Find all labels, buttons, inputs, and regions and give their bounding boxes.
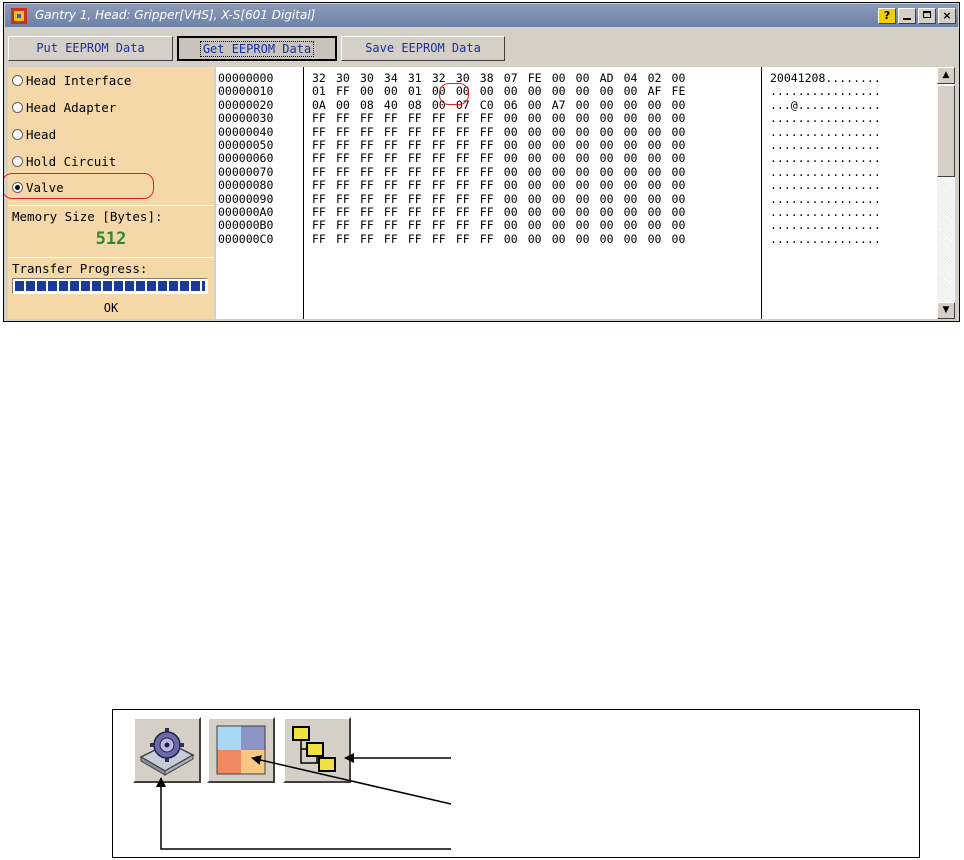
hex-bytes: FF FF FF FF FF FF FF FF 00 00 00 00 00 0… <box>312 164 686 179</box>
hex-ascii: ................ <box>770 84 881 99</box>
close-button[interactable]: × <box>938 8 956 24</box>
address-column: 00000000 00000010 00000020 00000030 00000040… <box>216 67 304 319</box>
transfer-status: OK <box>103 301 119 315</box>
hex-ascii: ...@............ <box>770 97 881 112</box>
radio-head-interface[interactable]: Head Interface <box>12 73 131 93</box>
save-eeprom-label: Save EEPROM Data <box>365 41 481 55</box>
hex-bytes: FF FF FF FF FF FF FF FF 00 00 00 00 00 0… <box>312 191 686 206</box>
hex-ascii: 20041208........ <box>770 71 881 85</box>
minimize-button[interactable] <box>898 8 916 24</box>
scroll-down-icon: ▼ <box>942 305 950 315</box>
transfer-progress-label: Transfer Progress: <box>12 261 148 276</box>
radio-icon <box>12 102 23 113</box>
toolbar-icons-figure <box>112 709 920 858</box>
window-title: Gantry 1, Head: Gripper[VHS], X-S[601 Di… <box>35 8 316 22</box>
hex-bytes: 32 30 30 34 31 32 30 38 07 FE 00 00 AD 0… <box>312 71 686 85</box>
radio-label: Hold Circuit <box>26 154 117 169</box>
radio-icon <box>12 156 23 167</box>
ascii-column: 20041208........................ ...@....… <box>762 67 937 319</box>
hex-address: 000000C0 <box>218 231 274 246</box>
hex-ascii: ................ <box>770 124 881 139</box>
title-bar[interactable]: Gantry 1, Head: Gripper[VHS], X-S[601 Di… <box>5 4 958 27</box>
hex-bytes: FF FF FF FF FF FF FF FF 00 00 00 00 00 0… <box>312 111 686 126</box>
hex-ascii: ................ <box>770 138 881 152</box>
byte-01-highlight <box>439 83 469 105</box>
hex-address: 00000040 <box>218 124 274 139</box>
transfer-progress-bar <box>12 278 208 294</box>
scroll-up-button[interactable]: ▲ <box>937 67 955 84</box>
save-eeprom-button[interactable]: Save EEPROM Data <box>341 36 505 61</box>
radio-hold-circuit[interactable]: Hold Circuit <box>12 154 116 174</box>
hex-address: 000000B0 <box>218 218 274 233</box>
radio-label: Head Interface <box>26 73 132 88</box>
bytes-column: 32 30 30 34 31 32 30 38 07 FE 00 00 AD 0… <box>304 67 762 319</box>
hierarchy-tree-icon <box>292 726 336 772</box>
eeprom-window: Gantry 1, Head: Gripper[VHS], X-S[601 Di… <box>3 2 960 322</box>
hex-ascii: ................ <box>770 218 881 233</box>
put-eeprom-label: Put EEPROM Data <box>36 41 145 55</box>
arrow-drive <box>156 777 451 850</box>
hex-ascii: ................ <box>770 178 881 193</box>
hex-address: 000000A0 <box>218 205 274 219</box>
hex-address: 00000080 <box>218 178 274 193</box>
close-icon: × <box>942 9 952 22</box>
scroll-down-button[interactable]: ▼ <box>937 302 955 319</box>
hex-address: 00000060 <box>218 151 274 166</box>
hex-ascii: ................ <box>770 205 881 219</box>
hex-bytes: 0A 00 08 40 08 00 07 C0 06 00 A7 00 00 0… <box>312 97 686 112</box>
put-eeprom-button[interactable]: Put EEPROM Data <box>8 36 173 61</box>
app-icon <box>11 8 27 24</box>
minimize-icon <box>903 18 911 20</box>
arrow-palette <box>251 755 452 805</box>
hex-bytes: FF FF FF FF FF FF FF FF 00 00 00 00 00 0… <box>312 205 686 219</box>
valve-highlight <box>4 173 154 199</box>
hex-bytes: FF FF FF FF FF FF FF FF 00 00 00 00 00 0… <box>312 231 686 246</box>
radio-icon <box>12 129 23 140</box>
radio-label: Head Adapter <box>26 100 117 115</box>
hex-bytes: FF FF FF FF FF FF FF FF 00 00 00 00 00 0… <box>312 178 686 193</box>
hex-view[interactable]: 00000000 00000010 00000020 00000030 00000040… <box>216 67 937 319</box>
vertical-scrollbar[interactable]: ▲ ▼ <box>937 67 955 319</box>
progress-fill <box>15 281 205 291</box>
get-eeprom-label: Get EEPROM Data <box>199 41 315 57</box>
hex-ascii: ................ <box>770 111 881 126</box>
radio-head[interactable]: Head <box>12 127 56 147</box>
hierarchy-tree-button[interactable] <box>283 717 351 783</box>
hex-bytes: 01 FF 00 00 01 00 00 00 00 00 00 00 00 0… <box>312 84 686 99</box>
hex-ascii: ................ <box>770 164 881 179</box>
get-eeprom-button[interactable]: Get EEPROM Data <box>177 36 337 61</box>
hex-ascii: ................ <box>770 191 881 206</box>
hex-address: 00000090 <box>218 191 274 206</box>
hex-bytes: FF FF FF FF FF FF FF FF 00 00 00 00 00 0… <box>312 138 686 152</box>
hex-bytes: FF FF FF FF FF FF FF FF 00 00 00 00 00 0… <box>312 218 686 233</box>
hex-ascii: ................ <box>770 151 881 166</box>
transfer-progress-box: Transfer Progress: OK <box>8 257 214 320</box>
hex-address: 00000030 <box>218 111 274 126</box>
memory-size-box: Memory Size [Bytes]: 512 <box>8 205 214 256</box>
hex-ascii: ................ <box>770 231 881 246</box>
hex-address: 00000020 <box>218 97 274 112</box>
hex-bytes: FF FF FF FF FF FF FF FF 00 00 00 00 00 0… <box>312 124 686 139</box>
memory-size-label: Memory Size [Bytes]: <box>12 209 163 224</box>
hex-bytes: FF FF FF FF FF FF FF FF 00 00 00 00 00 0… <box>312 151 686 166</box>
drive-settings-button[interactable] <box>133 717 201 783</box>
help-icon: ? <box>883 9 891 22</box>
color-palette-button[interactable] <box>207 717 275 783</box>
radio-icon <box>12 75 23 86</box>
hex-address: 00000000 <box>218 71 274 85</box>
scroll-thumb[interactable] <box>937 85 955 177</box>
hex-address: 00000050 <box>218 138 274 152</box>
maximize-icon <box>923 11 931 18</box>
color-palette-icon <box>216 725 266 775</box>
scroll-up-icon: ▲ <box>942 70 950 80</box>
hex-address: 00000010 <box>218 84 274 99</box>
hex-address: 00000070 <box>218 164 274 179</box>
maximize-button[interactable] <box>918 8 936 24</box>
memory-size-value: 512 <box>95 229 127 249</box>
radio-label: Head <box>26 127 57 142</box>
help-button[interactable]: ? <box>878 8 896 24</box>
drive-settings-icon <box>139 728 195 776</box>
radio-head-adapter[interactable]: Head Adapter <box>12 100 116 120</box>
